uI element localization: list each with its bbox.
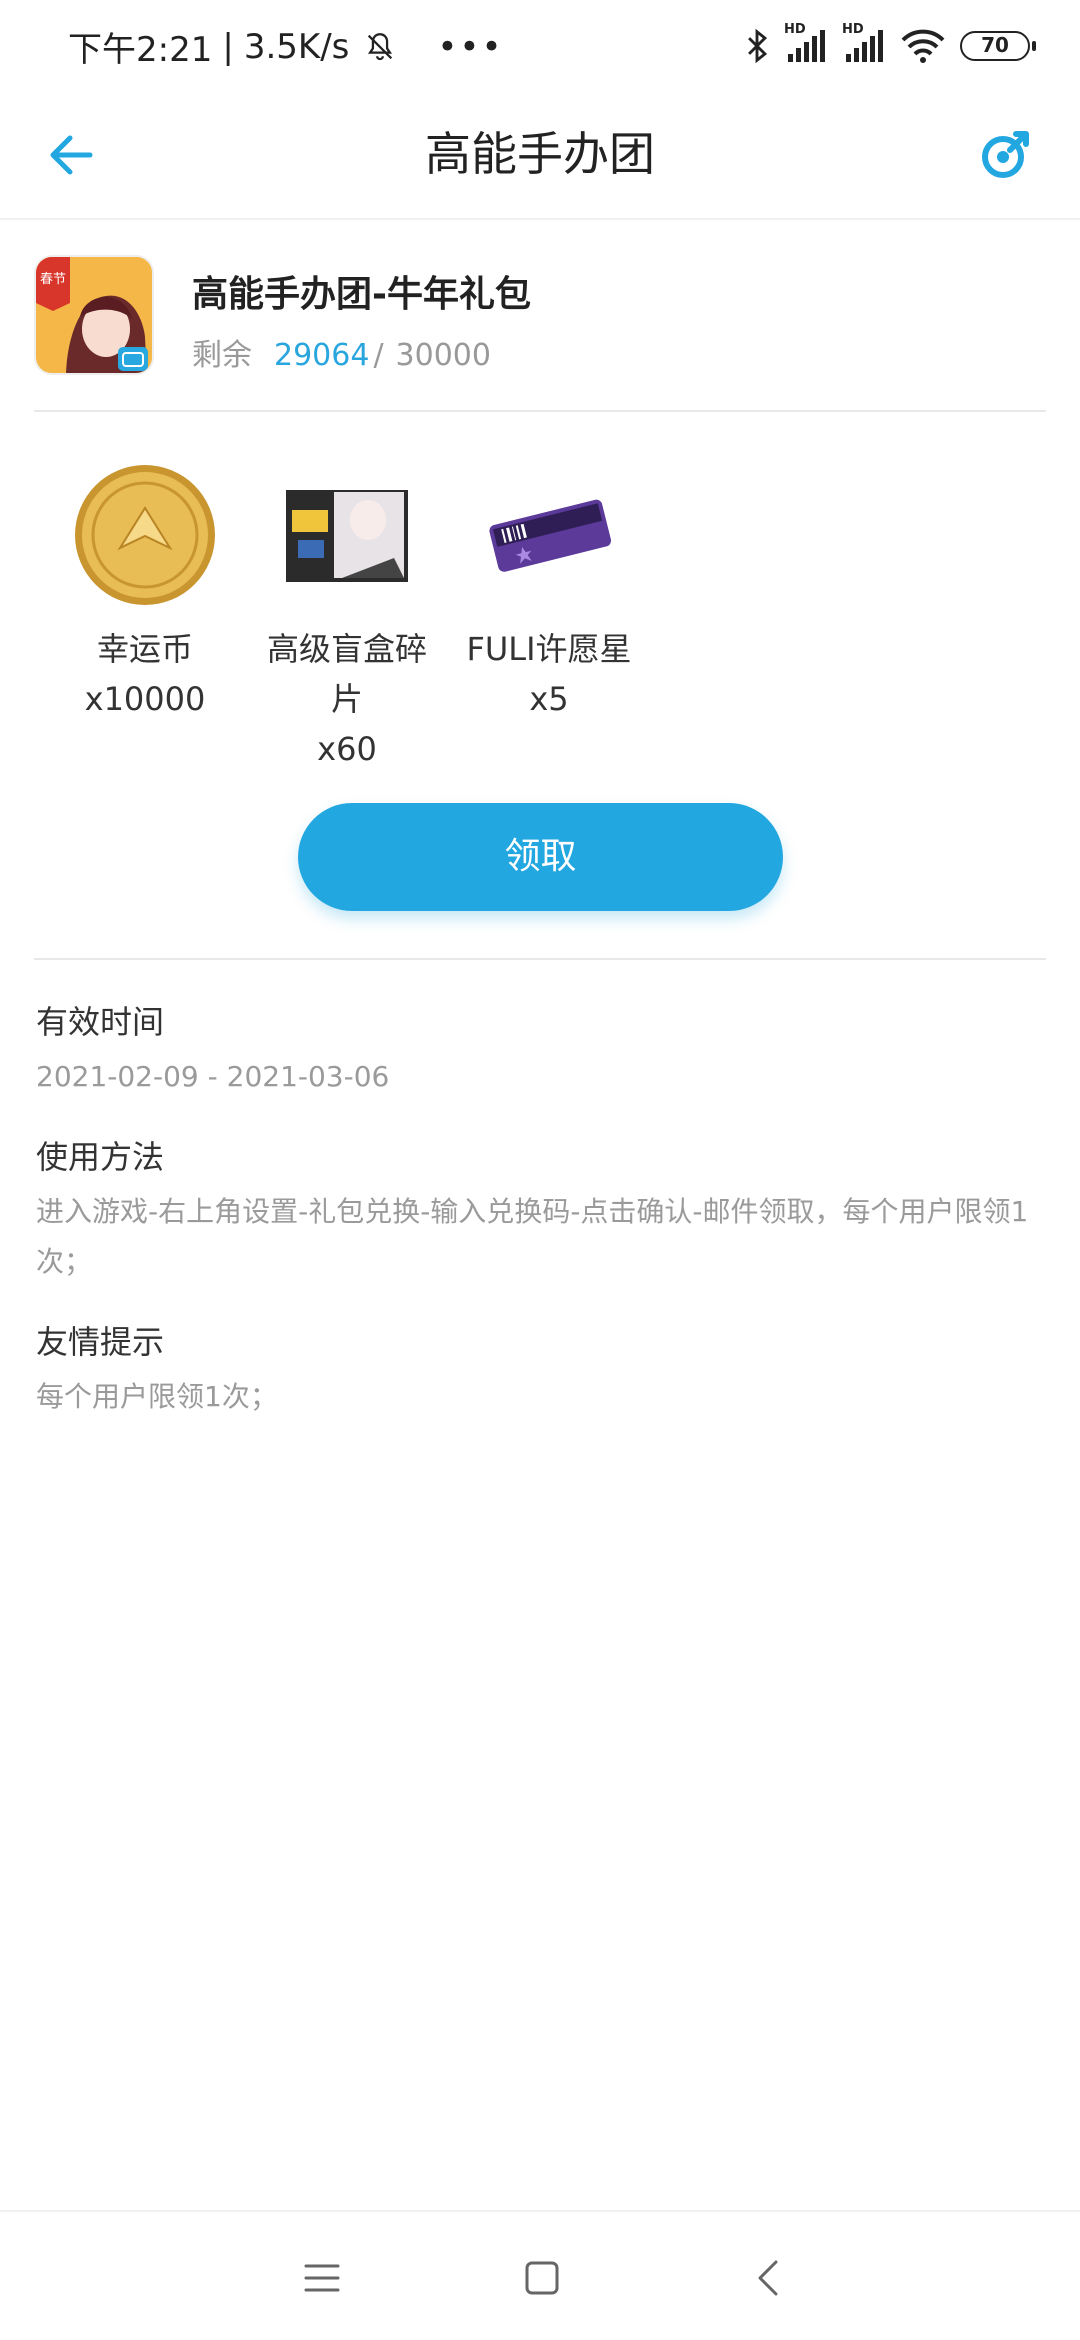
status-separator: |: [222, 26, 234, 67]
tip-section: 友情提示 每个用户限领1次；: [36, 1320, 1046, 1422]
tip-value: 每个用户限领1次；: [36, 1380, 278, 1413]
battery-icon: 70: [960, 31, 1036, 61]
system-nav-bar: [0, 2210, 1080, 2340]
bell-off-icon: [368, 32, 393, 60]
valid-time-section: 有效时间 2021-02-09 - 2021-03-06: [36, 1000, 1046, 1102]
reward-quantity: x60: [317, 730, 377, 768]
reward-name: 高级盲盒碎 片: [266, 630, 427, 718]
status-bar: 下午2:21 | 3.5K/s ••• HD HD 70: [0, 0, 1080, 90]
more-dots-icon: •••: [437, 26, 504, 67]
remaining-count: 剩余 29064/ 30000: [192, 330, 491, 374]
usage-section: 使用方法 进入游戏-右上角设置-礼包兑换-输入兑换码-点击确认-邮件领取，每个用…: [36, 1135, 1046, 1287]
wish-star-image: [474, 460, 624, 610]
page-title: 高能手办团: [425, 127, 655, 181]
reward-item: 高级盲盒碎 片 x60: [252, 460, 442, 774]
game-icon-tag: 春节: [40, 272, 66, 287]
share-icon[interactable]: [970, 120, 1040, 190]
claim-button[interactable]: 领取: [298, 803, 783, 911]
remaining-separator: /: [373, 338, 384, 373]
divider: [34, 410, 1046, 412]
reward-quantity: x10000: [84, 680, 206, 718]
signal-icon: HD: [842, 22, 886, 66]
wifi-icon: [901, 29, 945, 63]
valid-time-label: 有效时间: [36, 1003, 165, 1041]
reward-item: FULI许愿星 x5: [454, 460, 644, 724]
reward-list: 幸运币 x10000 高级盲盒碎 片 x60 FULI许愿星 x5: [50, 460, 1030, 768]
gift-pack-info: 春节 高能手办团-牛年礼包 剩余 29064/ 30000: [34, 255, 1046, 410]
status-speed: 3.5K/s: [243, 26, 350, 67]
reward-quantity: x5: [529, 680, 569, 718]
back-nav-icon[interactable]: [748, 2256, 792, 2300]
game-icon: 春节: [34, 255, 154, 375]
reward-item: 幸运币 x10000: [50, 460, 240, 724]
divider: [34, 958, 1046, 960]
menu-icon[interactable]: [300, 2256, 344, 2300]
network-label: HD: [784, 22, 806, 37]
valid-time-value: 2021-02-09 - 2021-03-06: [36, 1060, 390, 1093]
usage-value: 进入游戏-右上角设置-礼包兑换-输入兑换码-点击确认-邮件领取，每个用户限领1次…: [36, 1195, 1029, 1278]
status-left: 下午2:21 | 3.5K/s •••: [68, 22, 504, 71]
status-time: 下午2:21: [68, 30, 213, 70]
signal-icon: HD: [784, 22, 828, 66]
tip-label: 友情提示: [36, 1323, 165, 1361]
reward-name: 幸运币: [96, 630, 193, 668]
gift-pack-title: 高能手办团-牛年礼包: [192, 274, 531, 315]
lucky-coin-image: [70, 460, 220, 610]
remaining-current: 29064: [274, 338, 370, 373]
network-label: HD: [842, 22, 864, 37]
reward-name: FULI许愿星: [466, 630, 632, 668]
home-icon[interactable]: [520, 2256, 564, 2300]
remaining-total: 30000: [395, 338, 491, 373]
remaining-label: 剩余: [192, 338, 252, 373]
status-right: HD HD 70: [744, 22, 1036, 66]
usage-label: 使用方法: [36, 1138, 165, 1176]
blind-box-fragment-image: [272, 460, 422, 610]
top-app-bar: 高能手办团: [0, 90, 1080, 220]
bluetooth-icon: [748, 28, 768, 64]
